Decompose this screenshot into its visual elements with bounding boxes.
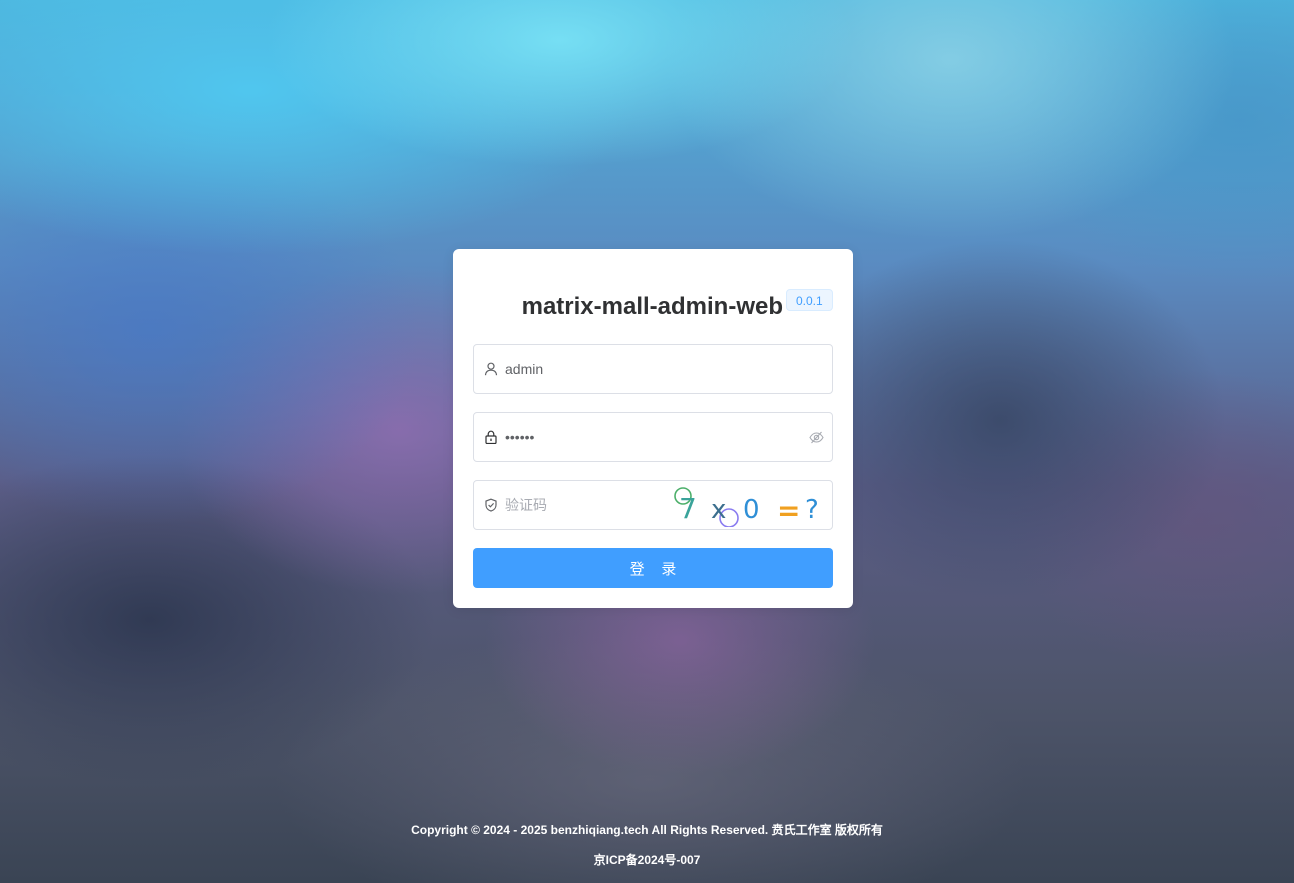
password-field[interactable]: [473, 412, 833, 462]
footer-copyright: Copyright © 2024 - 2025 benzhiqiang.tech…: [0, 821, 1294, 838]
captcha-image[interactable]: 7 x 0 = ?: [671, 483, 826, 527]
copyright-text: Copyright © 2024 - 2025 benzhiqiang.tech…: [411, 823, 883, 837]
icp-link[interactable]: 京ICP备2024号-007: [594, 851, 701, 868]
user-icon: [484, 362, 498, 376]
captcha-char: =: [777, 494, 800, 527]
username-field[interactable]: [473, 344, 833, 394]
captcha-char: ?: [805, 495, 819, 525]
password-input[interactable]: [505, 413, 795, 461]
title-row: matrix-mall-admin-web 0.0.1: [453, 289, 853, 325]
app-title: matrix-mall-admin-web: [521, 293, 783, 320]
login-card: matrix-mall-admin-web 0.0.1 admin 验证码 7 …: [453, 249, 853, 608]
footer-icp: 京ICP备2024号-007: [0, 851, 1294, 868]
captcha-char: 7: [679, 492, 697, 525]
captcha-char: x: [711, 495, 726, 525]
login-button[interactable]: 登 录: [473, 548, 833, 588]
version-badge: 0.0.1: [786, 289, 833, 311]
captcha-char: 0: [743, 495, 760, 525]
shield-icon: [485, 498, 497, 512]
lock-icon: [485, 430, 497, 444]
captcha-field[interactable]: 7 x 0 = ?: [473, 480, 833, 530]
username-input[interactable]: [505, 345, 795, 393]
eye-off-icon[interactable]: [809, 430, 824, 445]
